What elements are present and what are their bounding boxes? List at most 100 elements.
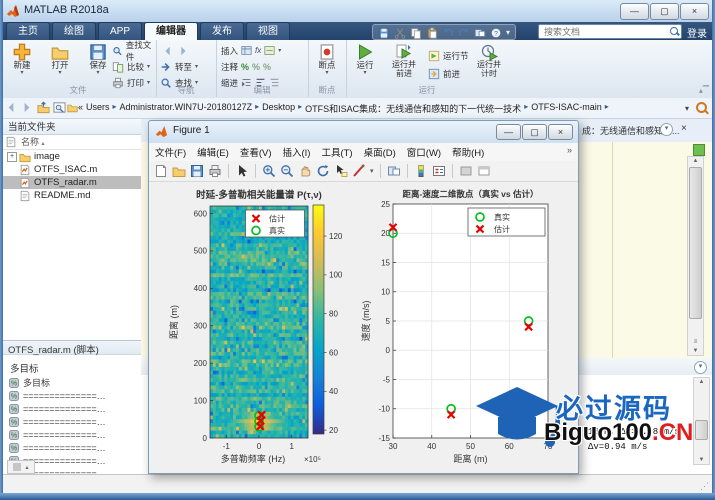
ribbon-tab-6[interactable]: 视图 <box>246 22 290 41</box>
qat-dropdown-icon[interactable]: ▾ <box>506 28 510 37</box>
breadcrumb-arrow-icon[interactable]: ▸ <box>524 102 528 115</box>
figure-menu-D[interactable]: 桌面(D) <box>364 145 396 159</box>
compare-button[interactable]: 比较▾ <box>112 59 150 74</box>
brush-dropdown-icon[interactable]: ▾ <box>370 167 374 175</box>
insert-button[interactable]: 插入 fx ▾ <box>221 43 281 58</box>
breadcrumb-dropdown-icon[interactable]: ▾ <box>685 104 689 113</box>
nav-forward-icon[interactable] <box>20 101 33 114</box>
qat-help-button[interactable]: ? <box>490 26 502 38</box>
resize-grip[interactable]: ⋰ <box>700 481 709 492</box>
goto-button[interactable]: 转至▾ <box>160 59 198 74</box>
breadcrumb-arrow-icon[interactable]: ▸ <box>605 102 609 115</box>
qat-paste-button[interactable] <box>426 26 438 38</box>
print-figure-button[interactable] <box>208 164 222 178</box>
ribbon-tab-2[interactable]: 绘图 <box>52 22 96 41</box>
brush-button[interactable] <box>352 164 366 178</box>
detail-item-6[interactable]: %==============… <box>3 441 141 454</box>
insert-colorbar-button[interactable] <box>414 164 428 178</box>
figure-menu-V[interactable]: 查看(V) <box>240 145 272 159</box>
detail-item-2[interactable]: %==============… <box>3 389 141 402</box>
editor-menu-icon[interactable]: ▾ <box>660 123 673 136</box>
qat-layout-button[interactable] <box>474 26 486 38</box>
new-button[interactable]: 新建▾ <box>4 42 40 84</box>
command-window-menu-icon[interactable]: ▾ <box>694 361 707 374</box>
detail-item-5[interactable]: %==============… <box>3 428 141 441</box>
search-input[interactable] <box>542 25 664 39</box>
breadcrumb-arrow-icon[interactable]: ▸ <box>113 102 117 115</box>
address-search-icon[interactable] <box>696 102 707 113</box>
comment-button[interactable]: 注释 % % % <box>221 59 271 74</box>
ribbon-collapse-button[interactable]: ▴▔ <box>699 86 709 95</box>
folder-browse-icon[interactable] <box>53 101 66 114</box>
folder-up-icon[interactable] <box>37 101 50 114</box>
figure-menu-E[interactable]: 编辑(E) <box>197 145 229 159</box>
qat-copy-button[interactable] <box>410 26 422 38</box>
figure-menu-T[interactable]: 工具(T) <box>321 145 352 159</box>
figure-titlebar[interactable]: Figure 1 — ▢ × <box>149 121 578 144</box>
advance-button[interactable]: 前进 <box>428 66 460 81</box>
login-button[interactable]: 登录 <box>687 25 707 40</box>
expand-icon[interactable]: + <box>7 152 17 162</box>
open-button[interactable]: 打开▾ <box>42 42 78 84</box>
breadcrumb[interactable]: «Users▸Administrator.WIN7U-20180127Z▸Des… <box>78 102 609 115</box>
qat-save-button[interactable] <box>378 26 390 38</box>
editor-close-icon[interactable]: × <box>681 123 687 134</box>
file-item-OTFS_ISAC.m[interactable]: OTFS_ISAC.m <box>3 163 141 176</box>
run-section-button[interactable]: 运行节 <box>428 48 469 63</box>
figure-menu-F[interactable]: 文件(F) <box>155 145 186 159</box>
pan-button[interactable] <box>298 164 312 178</box>
detail-sort-widget[interactable]: ▴ <box>7 460 35 474</box>
link-plot-button[interactable] <box>387 164 401 178</box>
command-scrollbar[interactable]: ▲ ▼ <box>693 377 710 465</box>
file-item-README.md[interactable]: README.md <box>3 189 141 202</box>
breakpoints-button[interactable]: 断点▾ <box>309 42 345 84</box>
dock-figure-button[interactable] <box>459 164 473 178</box>
data-cursor-button[interactable] <box>334 164 348 178</box>
breadcrumb-arrow-icon[interactable]: ▸ <box>255 102 259 115</box>
rotate-3d-button[interactable] <box>316 164 330 178</box>
file-item-OTFS_radar.m[interactable]: OTFS_radar.m <box>3 176 141 189</box>
figure-menu-W[interactable]: 窗口(W) <box>407 145 441 159</box>
breadcrumb-segment-3[interactable]: Desktop <box>262 102 295 115</box>
detail-item-4[interactable]: %==============… <box>3 415 141 428</box>
back-icon[interactable] <box>162 45 174 57</box>
figure-close-button[interactable]: × <box>548 124 573 140</box>
maximize-button[interactable]: ▢ <box>650 3 679 20</box>
qat-undo-button[interactable] <box>442 26 454 38</box>
ribbon-tab-1[interactable]: 主页 <box>6 22 50 41</box>
zoom-in-button[interactable] <box>262 164 276 178</box>
titlebar[interactable]: MATLAB R2018a — ▢ × <box>0 0 715 23</box>
figure-window[interactable]: Figure 1 — ▢ × 文件(F) 编辑(E) 查看(V) 插入(I) 工具(T)… <box>148 120 579 474</box>
zoom-out-button[interactable] <box>280 164 294 178</box>
qat-cut-button[interactable] <box>394 26 406 38</box>
minimize-button[interactable]: — <box>620 3 649 20</box>
run-advance-button[interactable]: 运行并 前进 <box>384 42 424 84</box>
breadcrumb-segment-5[interactable]: OTFS-ISAC-main <box>531 102 602 115</box>
search-icon[interactable] <box>670 27 678 35</box>
detail-item-1[interactable]: %多目标 <box>3 376 141 389</box>
open-figure-button[interactable] <box>172 164 186 178</box>
undock-figure-button[interactable] <box>477 164 491 178</box>
breadcrumb-segment-2[interactable]: Administrator.WIN7U-20180127Z <box>120 102 253 115</box>
editor-scrollbar[interactable]: ▲ ≡ ▼ <box>687 156 704 356</box>
qat-redo-button[interactable] <box>458 26 470 38</box>
name-column-header[interactable]: 名称 ▴ <box>3 135 141 150</box>
menu-overflow-icon[interactable]: » <box>567 145 572 155</box>
detail-item-3[interactable]: %==============… <box>3 402 141 415</box>
run-button[interactable]: 运行▾ <box>348 42 382 84</box>
forward-icon[interactable] <box>177 45 189 57</box>
save-figure-button[interactable] <box>190 164 204 178</box>
breadcrumb-arrow-icon[interactable]: ▸ <box>298 102 302 115</box>
figure-minimize-button[interactable]: — <box>496 124 521 140</box>
doc-search-box[interactable] <box>538 24 682 39</box>
find-files-button[interactable]: 查找文件 <box>112 43 156 58</box>
breadcrumb-segment-4[interactable]: OTFS和ISAC集成：无线通信和感知的下一代统一技术 <box>305 102 521 115</box>
figure-maximize-button[interactable]: ▢ <box>522 124 547 140</box>
edit-plot-button[interactable] <box>235 164 249 178</box>
breadcrumb-segment-1[interactable]: Users <box>86 102 110 115</box>
run-time-button[interactable]: 运行并 计时 <box>470 42 508 84</box>
ribbon-tab-5[interactable]: 发布 <box>200 22 244 41</box>
figure-menu-I[interactable]: 插入(I) <box>282 145 310 159</box>
save-button[interactable]: 保存▾ <box>80 42 116 84</box>
figure-menu-H[interactable]: 帮助(H) <box>452 145 484 159</box>
